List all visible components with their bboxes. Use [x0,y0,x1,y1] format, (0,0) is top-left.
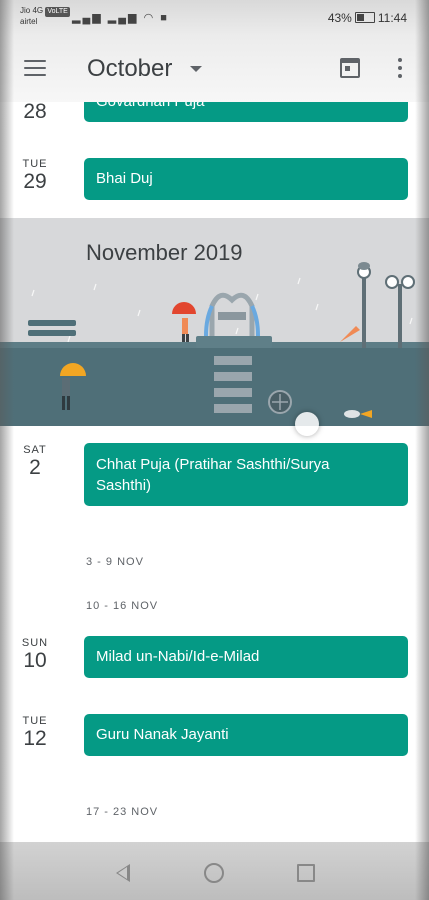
system-navigation-bar [0,842,429,900]
day-number: 29 [23,170,47,193]
day-label-12: TUE 12 [10,715,60,751]
event-title-line-2: Sashthi) [96,477,152,494]
day-number: 2 [29,456,41,479]
day-number: 28 [23,100,47,123]
rainy-park-illustration [0,262,429,426]
app-bar: October [0,36,429,102]
clock: 11:44 [377,11,407,25]
carrier-name-2: airtel [20,17,38,26]
week-label-10-16: 10 - 16 NOV [86,600,159,612]
month-banner: November 2019 [0,218,429,426]
event-title: Milad un-Nabi/Id-e-Milad [96,648,260,665]
day-of-week: TUE [22,715,48,727]
month-selector[interactable]: October [87,55,172,83]
event-title: Guru Nanak Jayanti [96,726,229,743]
day-label-10: SUN 10 [10,637,60,673]
event-chip-guru-nanak-jayanti[interactable]: Guru Nanak Jayanti [84,714,408,756]
touch-indicator [295,412,319,436]
day-number: 10 [23,649,47,672]
event-chip-milad-un-nabi[interactable]: Milad un-Nabi/Id-e-Milad [84,636,408,678]
carrier-name: Jio 4G [20,6,44,15]
more-options-icon[interactable] [397,58,403,80]
chevron-down-icon[interactable] [190,66,202,72]
status-bar: Jio 4G VoLTE airtel ▂▄▆ ▂▄▆ ◠ ■ 43% 11:44 [0,0,429,36]
volte-badge: VoLTE [45,7,70,17]
carrier-info: Jio 4G VoLTE airtel [20,6,70,27]
signal-icon: ▂▄▆ [72,12,103,24]
day-label-29: TUE 29 [10,158,60,194]
home-icon[interactable] [204,863,224,883]
hamburger-menu-icon[interactable] [24,60,46,76]
day-of-week: SUN [21,637,49,649]
day-label-28: 28 [10,100,60,124]
day-label-2: SAT 2 [10,444,60,480]
battery-icon [354,12,375,23]
event-title: Bhai Duj [96,170,153,187]
event-chip-chhat-puja[interactable]: Chhat Puja (Pratihar Sashthi/Surya Sasht… [84,443,408,506]
week-label-3-9: 3 - 9 NOV [86,556,144,568]
event-title-line-1: Chhat Puja (Pratihar Sashthi/Surya [96,456,330,473]
recent-apps-icon[interactable] [297,864,315,882]
week-label-17-23: 17 - 23 NOV [86,806,159,818]
notification-icon: ■ [160,12,169,24]
back-icon[interactable] [116,864,130,882]
event-chip-bhai-duj[interactable]: Bhai Duj [84,158,408,200]
battery-percent: 43% [327,11,352,25]
today-calendar-icon[interactable] [340,58,360,78]
status-right: 43% 11:44 [328,11,407,25]
day-number: 12 [23,727,47,750]
wifi-icon: ◠ [143,12,156,24]
signal-wifi-icons: ▂▄▆ ▂▄▆ ◠ ■ [72,11,169,24]
screen-edge-right [415,0,429,900]
day-of-week: SAT [23,444,47,456]
day-of-week: TUE [22,158,48,170]
signal-icon-2: ▂▄▆ [107,12,139,24]
